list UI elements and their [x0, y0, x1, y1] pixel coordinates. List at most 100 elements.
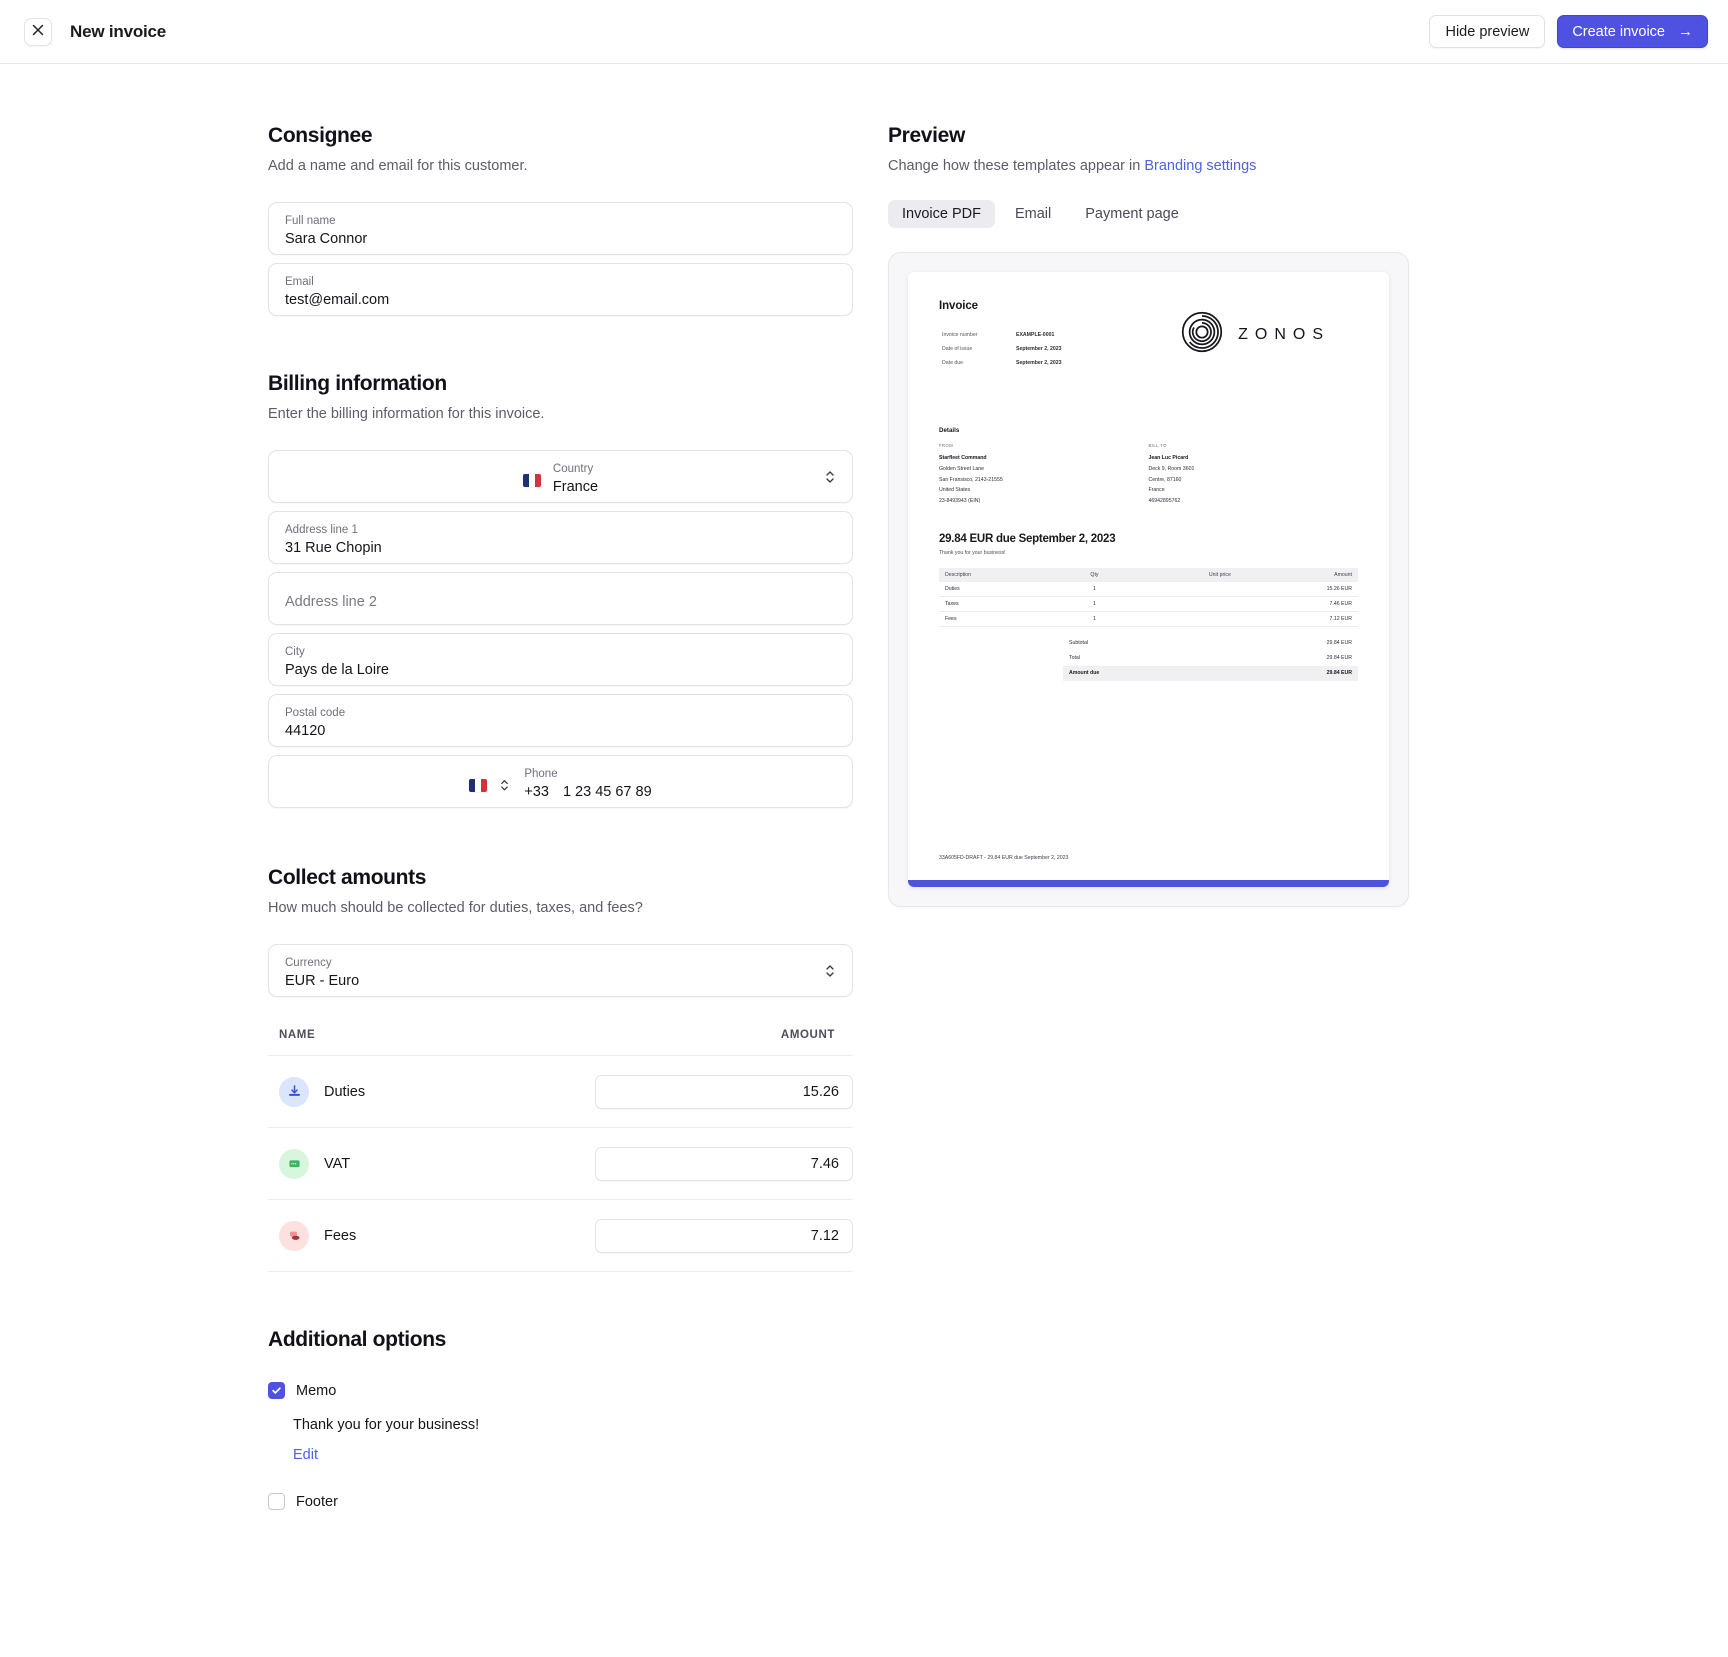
col-qty: Qty: [1061, 567, 1127, 582]
duties-amount-value: 15.26: [802, 1083, 839, 1100]
fees-amount-input[interactable]: 7.12: [595, 1218, 853, 1253]
city-value: Pays de la Loire: [285, 662, 389, 679]
col-unit-price: Unit price: [1126, 567, 1237, 582]
tab-payment-page[interactable]: Payment page: [1071, 200, 1193, 228]
additional-options-heading: Additional options: [268, 1328, 447, 1351]
invoice-meta-row: Invoice number EXAMPLE-0001: [941, 329, 1063, 341]
line-amount: 7.12 EUR: [1236, 611, 1358, 627]
fees-stack-icon: [279, 1220, 309, 1251]
table-row: Taxes 1 7.46 EUR: [939, 596, 1358, 612]
duties-amount-input[interactable]: 15.26: [595, 1074, 853, 1109]
address-line-1-value: 31 Rue Chopin: [285, 540, 382, 557]
amount-row-name: Fees: [324, 1227, 357, 1244]
memo-edit-link[interactable]: Edit: [293, 1447, 853, 1463]
invoice-memo-text: Thank you for your business!: [939, 549, 1006, 556]
bill-to-name: Jean Luc Picard: [1148, 455, 1189, 462]
memo-label: Memo: [296, 1382, 337, 1399]
invoice-meta-table: Invoice number EXAMPLE-0001 Date of issu…: [939, 327, 1065, 371]
arrow-right-icon: →: [1678, 23, 1693, 40]
close-button[interactable]: [24, 17, 52, 46]
line-description: Duties: [939, 581, 1062, 597]
branding-settings-link[interactable]: Branding settings: [1144, 158, 1256, 174]
footer-checkbox[interactable]: [268, 1493, 285, 1510]
full-name-field[interactable]: Full name Sara Connor: [268, 202, 853, 255]
invoice-doc-header: Invoice Invoice number EXAMPLE-0001 Date…: [939, 300, 1358, 371]
memo-option-row[interactable]: Memo: [268, 1382, 853, 1399]
postal-code-field[interactable]: Postal code 44120: [268, 694, 853, 747]
chevron-updown-icon[interactable]: [499, 777, 510, 793]
email-field[interactable]: Email test@email.com: [268, 263, 853, 316]
from-name: Starfleet Command: [939, 455, 987, 462]
country-select[interactable]: Country France: [268, 450, 853, 503]
close-icon: [32, 23, 44, 41]
amount-due-label: Amount due: [1063, 665, 1220, 681]
full-name-value: Sara Connor: [285, 231, 368, 248]
address-line-1-field[interactable]: Address line 1 31 Rue Chopin: [268, 511, 853, 564]
invoice-accent-bar: [908, 880, 1389, 887]
chevron-updown-icon: [824, 468, 836, 486]
amount-row-name: VAT: [324, 1155, 351, 1172]
subtotal-label: Subtotal: [1069, 640, 1089, 647]
from-line: 23-8493943 (EIN): [939, 498, 981, 505]
table-row: Fees 7.12: [268, 1200, 853, 1272]
amount-row-name: Duties: [324, 1083, 366, 1100]
billing-subtitle: Enter the billing information for this i…: [268, 406, 545, 422]
tab-email[interactable]: Email: [1001, 200, 1065, 228]
email-value: test@email.com: [285, 292, 390, 309]
line-unit-price: [1126, 611, 1237, 627]
table-row: Duties 1 15.26 EUR: [939, 581, 1358, 597]
billing-heading: Billing information: [268, 372, 447, 395]
hide-preview-button[interactable]: Hide preview: [1429, 15, 1546, 48]
line-qty: 1: [1061, 596, 1127, 612]
preview-column: Preview Change how these templates appea…: [888, 124, 1488, 1510]
amounts-table-header: NAME AMOUNT: [268, 1005, 853, 1056]
footer-label: Footer: [296, 1493, 338, 1510]
preview-card: Invoice Invoice number EXAMPLE-0001 Date…: [888, 252, 1409, 907]
tab-invoice-pdf[interactable]: Invoice PDF: [888, 200, 995, 228]
duties-import-icon: [279, 1076, 309, 1107]
details-heading: Details: [939, 427, 960, 435]
address-line-2-field[interactable]: Address line 2: [268, 572, 853, 625]
line-description: Taxes: [939, 596, 1062, 612]
address-line-2-placeholder: Address line 2: [285, 594, 377, 610]
footer-option-row[interactable]: Footer: [268, 1493, 853, 1510]
invoice-doc-footer: 33A605FD-DRAFT - 29.84 EUR due September…: [939, 855, 1069, 861]
page-body: Consignee Add a name and email for this …: [0, 64, 1728, 1510]
line-qty: 1: [1061, 581, 1127, 597]
phone-field[interactable]: Phone +33 1 23 45 67 89: [268, 755, 853, 808]
currency-label: Currency: [285, 956, 332, 969]
invoice-doc-heading: Invoice: [939, 300, 978, 312]
preview-subtitle: Change how these templates appear in Bra…: [888, 158, 1488, 174]
bill-to-line: Deck 9, Room 3601: [1148, 466, 1195, 473]
memo-text: Thank you for your business!: [293, 1417, 480, 1433]
invoice-number-label: Invoice number: [942, 332, 978, 338]
from-line: Golden Street Lane: [939, 466, 984, 473]
preview-subtitle-text: Change how these templates appear in: [888, 158, 1145, 174]
memo-checkbox[interactable]: [268, 1382, 285, 1399]
brand-name: ZONOS: [1238, 325, 1330, 343]
amount-due-value: 29.84 EUR: [1219, 665, 1358, 681]
email-label: Email: [285, 275, 314, 288]
bill-to-line: Centre, 87160: [1148, 476, 1182, 483]
line-items-header-row: Description Qty Unit price Amount: [939, 567, 1358, 582]
consignee-heading: Consignee: [268, 124, 373, 147]
page-title: New invoice: [70, 21, 167, 41]
invoice-document: Invoice Invoice number EXAMPLE-0001 Date…: [908, 272, 1389, 887]
brand-logo: ZONOS: [1180, 310, 1330, 359]
full-name-label: Full name: [285, 214, 336, 227]
bill-to-line: 46942895762: [1148, 498, 1181, 505]
from-line: San Fransisco, 2143-21555: [939, 476, 1003, 483]
invoice-meta-row: Date of issue September 2, 2023: [941, 343, 1063, 355]
currency-select[interactable]: Currency EUR - Euro: [268, 944, 853, 997]
invoice-number-value: EXAMPLE-0001: [1016, 332, 1055, 338]
amount-due-title: 29.84 EUR due September 2, 2023: [939, 532, 1116, 545]
create-invoice-button[interactable]: Create invoice →: [1557, 15, 1708, 48]
vat-receipt-icon: [279, 1148, 309, 1179]
top-bar: New invoice Hide preview Create invoice …: [0, 0, 1728, 64]
vat-amount-input[interactable]: 7.46: [595, 1146, 853, 1181]
city-field[interactable]: City Pays de la Loire: [268, 633, 853, 686]
col-description: Description: [939, 567, 1062, 582]
chevron-updown-icon: [824, 962, 836, 980]
preview-tabs: Invoice PDF Email Payment page: [888, 200, 1488, 228]
fees-amount-value: 7.12: [810, 1227, 839, 1244]
